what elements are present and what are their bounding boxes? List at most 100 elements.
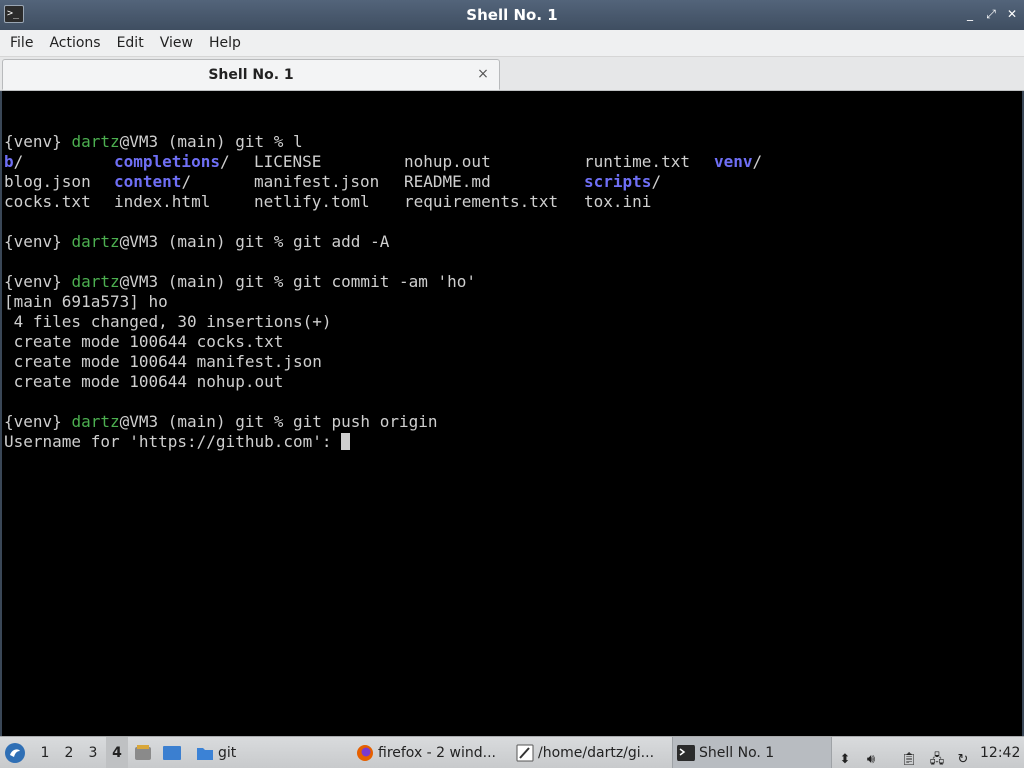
task-label: /home/dartz/gi... xyxy=(538,745,655,761)
ls-row: blog.json content/manifest.json README.md s… xyxy=(4,172,1022,192)
task-label: Shell No. 1 xyxy=(699,745,775,761)
task-folder-git[interactable]: git xyxy=(192,737,312,768)
start-menu-button[interactable] xyxy=(4,737,28,768)
ls-file: nohup.out xyxy=(404,152,584,172)
firefox-icon xyxy=(357,745,373,761)
updates-icon[interactable]: ↻ xyxy=(954,744,972,768)
commit-output-line: [main 691a573] ho xyxy=(4,292,1022,312)
tab-shell-1[interactable]: Shell No. 1 × xyxy=(2,59,500,90)
ls-directory: scripts/ xyxy=(584,172,714,192)
ls-entry-name: b xyxy=(4,152,14,171)
ls-entry-suffix: / xyxy=(651,172,662,191)
username-prompt: Username for 'https://github.com': xyxy=(4,432,342,451)
minimize-icon[interactable]: _ xyxy=(962,6,978,22)
ls-directory: venv/ xyxy=(714,152,762,172)
ls-entry-name: venv xyxy=(714,152,753,171)
prompt-command: l xyxy=(293,132,303,151)
task-shell-1[interactable]: Shell No. 1 xyxy=(672,737,832,768)
prompt-user: dartz xyxy=(71,412,120,431)
ls-directory: completions/ xyxy=(114,152,254,172)
prompt-env: {venv} xyxy=(4,412,62,431)
ls-entry-name: LICENSE xyxy=(254,152,322,171)
commit-output-line: create mode 100644 nohup.out xyxy=(4,372,1022,392)
file-manager-icon xyxy=(135,745,151,760)
task-label: firefox - 2 wind... xyxy=(378,745,496,761)
task-firefox[interactable]: firefox - 2 wind... xyxy=(352,737,502,768)
prompt-host: @VM3 (main) git % xyxy=(119,272,293,291)
ls-entry-name: completions xyxy=(114,152,220,171)
prompt-user: dartz xyxy=(71,232,120,251)
menu-help[interactable]: Help xyxy=(201,30,249,57)
show-desktop-button[interactable] xyxy=(162,737,184,768)
maximize-icon[interactable]: ⤢ xyxy=(983,6,999,22)
ls-file: index.html xyxy=(114,192,254,212)
tray-scroll-icon[interactable]: ⬍ xyxy=(836,744,854,768)
menu-edit[interactable]: Edit xyxy=(109,30,152,57)
prompt-user: dartz xyxy=(71,272,120,291)
ls-file: netlify.toml xyxy=(254,192,404,212)
ls-entry-name: requirements.txt xyxy=(404,192,559,211)
ls-entry-suffix: / xyxy=(219,152,230,171)
window-title: Shell No. 1 xyxy=(466,6,558,24)
workspace-4[interactable]: 4 xyxy=(106,737,128,768)
output-text: 4 files changed, 30 insertions(+) xyxy=(4,312,332,331)
prompt-host: @VM3 (main) git % xyxy=(119,412,293,431)
prompt-command: git commit -am 'ho' xyxy=(293,272,477,291)
output-text: create mode 100644 cocks.txt xyxy=(4,332,284,351)
ls-entry-name: tox.ini xyxy=(584,192,652,211)
output-text: create mode 100644 manifest.json xyxy=(4,352,322,371)
commit-output-line: create mode 100644 cocks.txt xyxy=(4,332,1022,352)
text-cursor xyxy=(341,433,351,450)
output-text: [main 691a573] ho xyxy=(4,292,168,311)
commit-output-line: 4 files changed, 30 insertions(+) xyxy=(4,312,1022,332)
menu-actions[interactable]: Actions xyxy=(41,30,108,57)
clock[interactable]: 12:42 xyxy=(980,737,1020,768)
task-text-editor[interactable]: /home/dartz/gi... xyxy=(512,737,664,768)
prompt-line: {venv} dartz@VM3 (main) git % git push o… xyxy=(4,412,1022,432)
prompt-line: {venv} dartz@VM3 (main) git % git commit… xyxy=(4,272,1022,292)
ls-file: blog.json xyxy=(4,172,114,192)
ls-entry-name: blog.json xyxy=(4,172,91,191)
menu-bar: File Actions Edit View Help xyxy=(0,30,1024,57)
prompt-env: {venv} xyxy=(4,132,62,151)
workspace-2[interactable]: 2 xyxy=(58,737,80,768)
workspace-1[interactable]: 1 xyxy=(34,737,56,768)
prompt-env: {venv} xyxy=(4,272,62,291)
network-icon[interactable]: 🖧 xyxy=(928,744,946,768)
desktop-icon xyxy=(163,746,181,760)
volume-icon[interactable]: 🔊︎ xyxy=(862,744,880,768)
file-manager-launcher[interactable] xyxy=(134,737,154,768)
terminal-output[interactable]: {venv} dartz@VM3 (main) git % l b/complet… xyxy=(0,91,1024,736)
prompt-env: {venv} xyxy=(4,232,62,251)
window-titlebar: >_ Shell No. 1 _ ⤢ ✕ xyxy=(0,0,1024,30)
ls-entry-name: content xyxy=(114,172,182,191)
close-window-icon[interactable]: ✕ xyxy=(1004,6,1020,22)
close-tab-icon[interactable]: × xyxy=(475,66,491,82)
task-label: git xyxy=(218,745,237,761)
workspace-3[interactable]: 3 xyxy=(82,737,104,768)
ls-file: runtime.txt xyxy=(584,152,714,172)
prompt-command: git add -A xyxy=(293,232,390,251)
clipboard-icon[interactable]: 📋︎ xyxy=(900,744,918,768)
terminal-icon xyxy=(677,745,695,761)
prompt-command: git push origin xyxy=(293,412,438,431)
prompt-line: {venv} dartz@VM3 (main) git % git add -A xyxy=(4,232,1022,252)
ls-file: README.md xyxy=(404,172,584,192)
folder-icon xyxy=(197,748,213,760)
ls-entry-suffix: / xyxy=(13,152,24,171)
ls-entry-name: scripts xyxy=(584,172,652,191)
tab-bar: Shell No. 1 × xyxy=(0,57,1024,91)
menu-file[interactable]: File xyxy=(2,30,41,57)
prompt-host: @VM3 (main) git % xyxy=(119,232,293,251)
prompt-host: @VM3 (main) git % xyxy=(119,132,293,151)
menu-view[interactable]: View xyxy=(152,30,201,57)
ls-entry-name: nohup.out xyxy=(404,152,491,171)
ls-row: cocks.txt index.html netlify.toml requireme… xyxy=(4,192,1022,212)
username-prompt-line: Username for 'https://github.com': xyxy=(4,432,1022,452)
